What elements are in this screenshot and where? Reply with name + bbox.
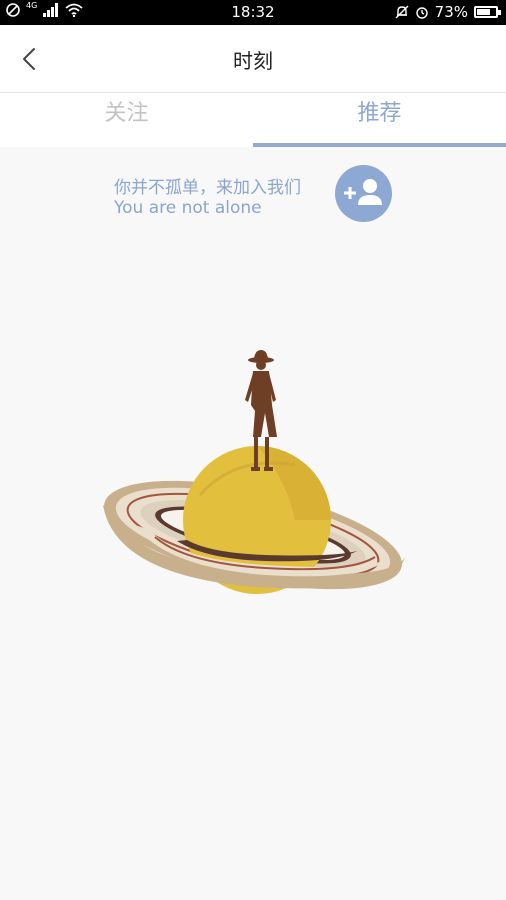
promo-text-en: You are not alone (114, 198, 262, 218)
tab-bar: 关注 推荐 (0, 93, 506, 147)
battery-level-fill (477, 9, 491, 15)
tab-follow[interactable]: 关注 (0, 93, 253, 147)
tab-active-indicator (253, 143, 506, 147)
status-bar: 4G 18:32 73% (0, 0, 506, 25)
page-title: 时刻 (233, 49, 273, 73)
promo-text-cn: 你并不孤单，来加入我们 (114, 178, 301, 198)
add-user-icon (344, 179, 382, 205)
tab-recommend[interactable]: 推荐 (253, 93, 506, 147)
battery-icon (474, 6, 501, 18)
status-right: 73% (395, 3, 501, 21)
battery-percent: 73% (434, 3, 468, 21)
nav-bar: 时刻 (0, 25, 506, 93)
alarm-icon (415, 7, 428, 19)
mute-bell-icon (395, 5, 409, 19)
planet-illustration (103, 350, 405, 594)
add-friend-button[interactable] (335, 165, 392, 222)
